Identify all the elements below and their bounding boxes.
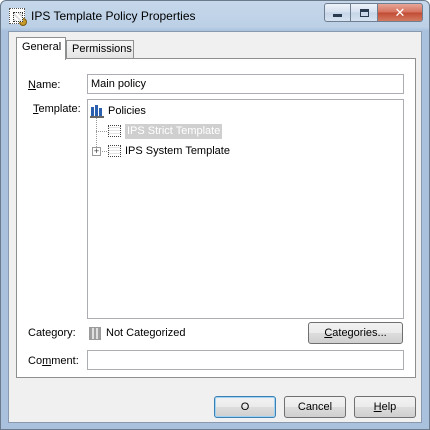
- template-icon: [108, 145, 121, 157]
- tree-item-label: IPS Strict Template: [125, 123, 223, 139]
- title-bar[interactable]: IPS Template Policy Properties ✕: [1, 1, 429, 31]
- dialog-window: IPS Template Policy Properties ✕ General…: [0, 0, 430, 430]
- tab-permissions[interactable]: Permissions: [66, 40, 134, 59]
- category-icon: [89, 327, 101, 340]
- tree-item-ips-system-template[interactable]: IPS System Template: [108, 143, 230, 159]
- name-label: Name:: [28, 79, 61, 91]
- tree-item-policies[interactable]: Policies: [90, 103, 146, 119]
- expand-icon[interactable]: +: [92, 147, 101, 156]
- tree-connector: [96, 131, 107, 132]
- minimize-button[interactable]: [324, 3, 351, 22]
- comment-label: Comment:: [28, 355, 79, 367]
- template-label: Template:: [33, 103, 81, 115]
- tree-item-label: IPS System Template: [125, 145, 230, 157]
- maximize-icon: [359, 8, 369, 17]
- template-policy-icon: [9, 8, 27, 26]
- policies-icon: [90, 104, 104, 118]
- categories-button[interactable]: Categories...: [308, 322, 403, 344]
- tab-general[interactable]: General: [16, 37, 66, 60]
- ok-button[interactable]: O: [214, 396, 276, 418]
- tree-item-ips-strict-template[interactable]: IPS Strict Template: [108, 123, 223, 139]
- template-icon: [108, 125, 121, 137]
- window-title: IPS Template Policy Properties: [31, 9, 196, 23]
- close-button[interactable]: ✕: [378, 3, 423, 22]
- name-input[interactable]: Main policy: [87, 74, 404, 94]
- help-button[interactable]: Help: [354, 396, 416, 418]
- minimize-icon: [333, 14, 342, 17]
- cancel-button[interactable]: Cancel: [284, 396, 346, 418]
- dialog-client-area: General Permissions Name: Main policy Te…: [8, 31, 422, 423]
- tree-item-label: Policies: [108, 105, 146, 117]
- close-icon: ✕: [394, 4, 406, 20]
- tree-connector: [100, 151, 107, 152]
- template-tree[interactable]: Policies IPS Strict Template + IPS Syste…: [87, 99, 404, 319]
- general-tab-panel: Name: Main policy Template: Policies IPS…: [16, 58, 416, 378]
- category-value: Not Categorized: [106, 327, 186, 339]
- comment-input[interactable]: [87, 350, 404, 370]
- category-label: Category:: [28, 327, 76, 339]
- caption-buttons: ✕: [324, 3, 423, 22]
- maximize-button[interactable]: [351, 3, 378, 22]
